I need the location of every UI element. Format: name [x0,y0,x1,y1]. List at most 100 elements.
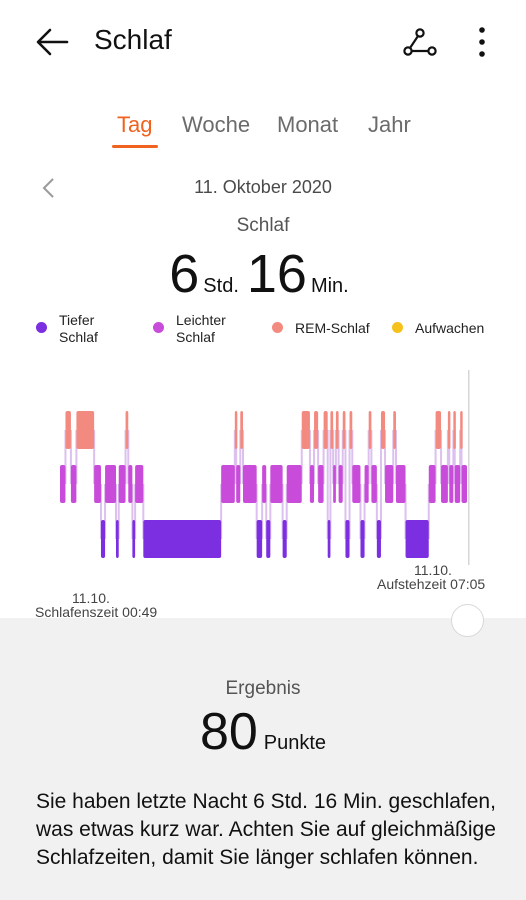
sleep-segment-light [60,465,66,503]
sleep-segment-deep [256,520,263,558]
sleep-segment-light [309,465,315,503]
sleep-segment-light [395,465,406,503]
sleep-segment-deep [115,520,119,558]
sleep-segment-rem [125,411,129,449]
sleep-segment-deep [100,520,106,558]
sleep-segment-light [449,465,454,503]
legend-label: Aufwachen [415,320,485,336]
sleep-segment-light [318,465,324,503]
sleep-segment-rem [447,411,451,449]
legend-awake: Aufwachen [392,312,484,337]
sleep-segment-rem [76,411,95,449]
legend-dot [36,322,47,333]
sleep-segment-rem [453,411,456,449]
wake-time: Aufstehzeit 07:05 [377,576,486,592]
sleep-segment-deep [345,520,350,558]
sleep-segment-rem [335,411,339,449]
page-title: Schlaf [94,24,172,55]
sleep-segment-deep [360,520,365,558]
sleep-segment-deep [405,520,429,558]
wake-marker-line [468,370,470,565]
sleep-segment-rem [393,411,396,449]
sleep-segment-light [128,465,133,503]
legend-light-sleep: Leichter Schlaf [153,312,226,346]
sleep-segment-rem [460,411,463,449]
legend-label: Tiefer [59,312,95,328]
arrow-left-icon [36,28,69,56]
more-vertical-icon [479,27,485,57]
legend-dot [392,322,403,333]
sleep-segment-light [385,465,394,503]
sleep-segment-rem [349,411,353,449]
legend-label: REM-Schlaf [295,320,370,336]
sleep-segment-rem [368,411,372,449]
sleep-segment-light [352,465,361,503]
sleep-segment-deep [132,520,136,558]
sleep-segment-rem [380,411,386,449]
back-button[interactable] [30,20,74,64]
sleep-segment-light [70,465,77,503]
sleep-segment-light [236,465,241,503]
sleep-segment-light [286,465,302,503]
sleep-segment-deep [327,520,331,558]
sleep-segment-deep [143,520,222,558]
sleep-duration-label: Schlaf [236,215,290,236]
sleep-score: 80 Punkte [0,702,526,762]
sleep-segment-deep [282,520,287,558]
sleep-segment-rem [314,411,319,449]
legend-rem-sleep: REM-Schlaf [272,312,370,337]
hypnogram-svg [60,370,470,565]
tab-woche[interactable]: Woche [182,112,250,138]
sleep-segment-rem [301,411,310,449]
sleep-segment-rem [240,411,244,449]
more-options-button[interactable] [462,20,502,64]
sleep-segment-light [221,465,235,503]
sleep-segment-rem [330,411,334,449]
chart-legend: Tiefer Schlaf Leichter Schlaf REM-Schlaf A… [0,312,526,348]
sleep-segment-light [243,465,257,503]
sleep-hypnogram-chart[interactable] [0,365,526,565]
tab-tag[interactable]: Tag [117,112,152,138]
tab-active-indicator [112,145,158,148]
top-app-bar: Schlaf [0,0,526,84]
sleep-segment-rem [435,411,442,449]
duration-hours-unit: Std. [203,275,239,297]
result-title: Ergebnis [225,678,301,699]
period-tabs: Tag Woche Monat Jahr [0,108,526,152]
current-date: 11. Oktober 2020 [194,177,332,197]
sleep-segment-light [262,465,267,503]
sleep-segment-light [118,465,126,503]
score-value: 80 [199,703,258,761]
sleep-segment-light [333,465,336,503]
legend-dot [153,322,164,333]
sleep-segment-light [94,465,101,503]
sheet-handle[interactable] [451,604,484,637]
sleep-segment-deep [376,520,381,558]
sleep-segment-light [454,465,461,503]
sleep-segment-light [428,465,436,503]
sleep-segment-light [105,465,116,503]
tab-jahr[interactable]: Jahr [368,112,411,138]
share-button[interactable] [398,20,442,64]
sleep-segment-light [338,465,343,503]
share-icon [403,28,437,56]
sleep-duration: 6 Std. 16 Min. [0,244,526,304]
duration-minutes: 16 [246,244,307,304]
sleep-segment-rem [342,411,346,449]
sleep-segment-light [461,465,467,503]
sleep-segment-deep [266,520,271,558]
legend-label: Leichter [176,312,226,328]
duration-minutes-unit: Min. [310,275,349,297]
date-navigator: 11. Oktober 2020 [0,170,526,206]
sleep-segment-light [270,465,283,503]
legend-label: Schlaf [176,329,215,345]
duration-hours: 6 [169,244,200,304]
sleep-segment-light [371,465,377,503]
sleep-segment-light [441,465,448,503]
sleep-segment-rem [65,411,71,449]
sleep-segment-rem [323,411,328,449]
result-description: Sie haben letzte Nacht 6 Std. 16 Min. ge… [36,790,496,869]
tab-monat[interactable]: Monat [277,112,338,138]
score-unit: Punkte [263,732,327,754]
legend-label: Schlaf [59,329,98,345]
